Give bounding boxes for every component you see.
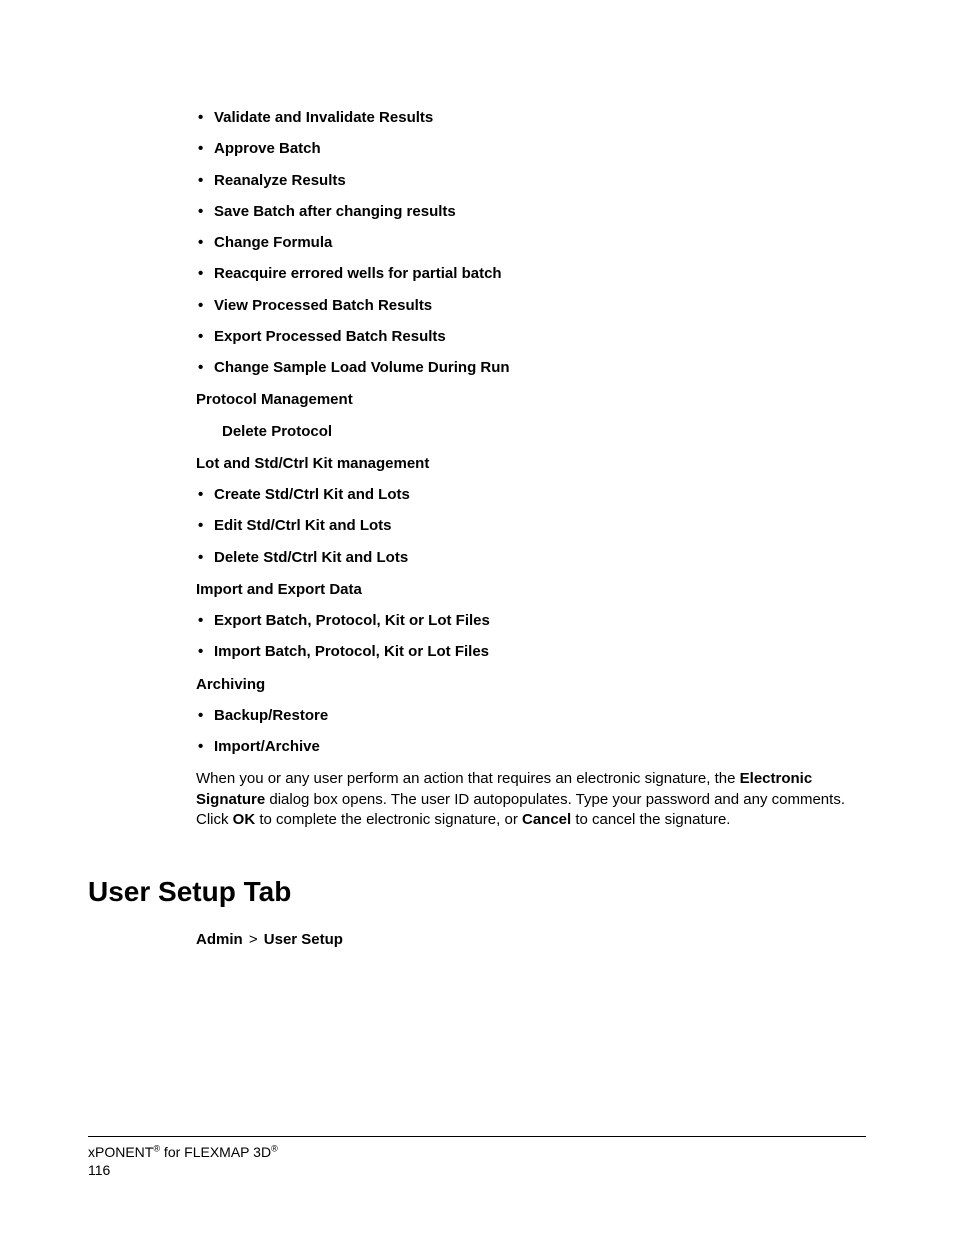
bold-ok: OK	[233, 811, 256, 828]
subhead-import-export: Import and Export Data	[196, 580, 866, 600]
list-item: Import/Archive	[196, 737, 866, 757]
list-item: Reanalyze Results	[196, 171, 866, 191]
bullet-list-1: Validate and Invalidate Results Approve …	[196, 108, 866, 378]
text: to complete the electronic signature, or	[255, 811, 522, 828]
text: to cancel the signature.	[571, 811, 730, 828]
page-footer: xPONENT® for FLEXMAP 3D® 116	[88, 1136, 866, 1179]
subhead-archiving: Archiving	[196, 675, 866, 695]
list-item: Validate and Invalidate Results	[196, 108, 866, 128]
bullet-list-3: Export Batch, Protocol, Kit or Lot Files…	[196, 611, 866, 663]
item-delete-protocol: Delete Protocol	[222, 422, 866, 442]
breadcrumb-admin: Admin	[196, 931, 243, 948]
list-item: Approve Batch	[196, 139, 866, 159]
list-item: Import Batch, Protocol, Kit or Lot Files	[196, 642, 866, 662]
bold-cancel: Cancel	[522, 811, 571, 828]
breadcrumb-user-setup: User Setup	[264, 931, 343, 948]
list-item: Edit Std/Ctrl Kit and Lots	[196, 516, 866, 536]
list-item: View Processed Batch Results	[196, 296, 866, 316]
subhead-protocol-management: Protocol Management	[196, 390, 866, 410]
paragraph-esig: When you or any user perform an action t…	[196, 769, 866, 830]
footer-product-line: xPONENT® for FLEXMAP 3D®	[88, 1143, 866, 1161]
footer-mid: for FLEXMAP 3D	[160, 1144, 271, 1160]
registered-icon: ®	[271, 1143, 278, 1153]
subhead-lot-kit-management: Lot and Std/Ctrl Kit management	[196, 454, 866, 474]
breadcrumb-separator: >	[249, 931, 258, 948]
bullet-list-4: Backup/Restore Import/Archive	[196, 706, 866, 758]
text: When you or any user perform an action t…	[196, 770, 740, 787]
footer-page-number: 116	[88, 1161, 866, 1179]
list-item: Reacquire errored wells for partial batc…	[196, 264, 866, 284]
breadcrumb: Admin > User Setup	[196, 930, 866, 950]
list-item: Export Processed Batch Results	[196, 327, 866, 347]
list-item: Delete Std/Ctrl Kit and Lots	[196, 548, 866, 568]
list-item: Change Formula	[196, 233, 866, 253]
list-item: Backup/Restore	[196, 706, 866, 726]
bullet-list-2: Create Std/Ctrl Kit and Lots Edit Std/Ct…	[196, 485, 866, 568]
footer-product1: xPONENT	[88, 1144, 153, 1160]
list-item: Change Sample Load Volume During Run	[196, 358, 866, 378]
list-item: Save Batch after changing results	[196, 202, 866, 222]
heading-user-setup-tab: User Setup Tab	[88, 876, 866, 908]
list-item: Export Batch, Protocol, Kit or Lot Files	[196, 611, 866, 631]
list-item: Create Std/Ctrl Kit and Lots	[196, 485, 866, 505]
